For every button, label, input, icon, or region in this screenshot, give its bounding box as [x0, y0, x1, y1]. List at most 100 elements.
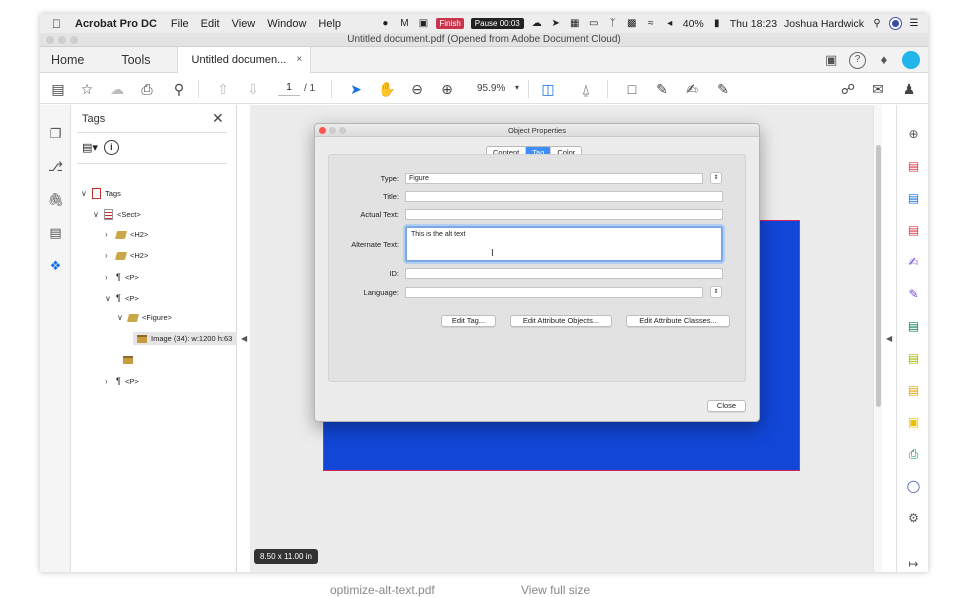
app-m-icon[interactable]: M — [398, 18, 410, 29]
highlight-pen-icon[interactable]: ✎ — [653, 80, 671, 98]
tree-item-tags-root[interactable]: ∨ Tags — [81, 188, 121, 199]
zoom-dropdown-icon[interactable]: ▾ — [515, 83, 519, 92]
tree-item-sect[interactable]: ∨ <Sect> — [93, 209, 141, 220]
close-icon[interactable]: ✕ — [212, 110, 224, 127]
keyboard-icon[interactable]: ▩ — [626, 18, 638, 29]
more-tools-wrench-icon[interactable]: ⚙ — [906, 511, 921, 526]
zoom-tool-icon[interactable]: ⊕ — [906, 127, 921, 142]
cloud-icon[interactable]: ☁ — [531, 18, 543, 29]
close-button[interactable]: Close — [707, 400, 746, 412]
cloud-upload-icon[interactable]: ☁ — [108, 80, 126, 98]
chevron-down-icon[interactable]: ∨ — [117, 313, 124, 322]
hand-tool-icon[interactable]: ✋ — [378, 80, 396, 98]
attachment-paperclip-icon[interactable]: 🖇 — [47, 191, 64, 208]
chevron-right-icon[interactable]: › — [105, 273, 112, 282]
clock[interactable]: Thu 18:23 — [730, 18, 777, 30]
tree-item-p[interactable]: ∨ ¶ <P> — [105, 293, 139, 303]
dialog-close-light[interactable] — [319, 127, 326, 134]
next-page-icon[interactable]: ⇩ — [244, 80, 262, 98]
battery-icon[interactable]: ▮ — [711, 18, 723, 29]
chevron-down-icon[interactable]: ∨ — [93, 210, 100, 219]
scrollbar-thumb[interactable] — [876, 145, 881, 407]
page-thumbnails-icon[interactable]: ❐ — [47, 125, 64, 142]
scroll-mode-icon[interactable]: ⍙ — [577, 80, 595, 98]
collapse-left-panel-icon[interactable]: ◀ — [241, 334, 247, 343]
menu-help[interactable]: Help — [318, 18, 341, 30]
previous-page-icon[interactable]: ⇧ — [214, 80, 232, 98]
tab-home[interactable]: Home — [51, 53, 84, 67]
view-full-size-link[interactable]: View full size — [521, 583, 590, 597]
alternate-text-textarea[interactable]: This is the alt text — [405, 226, 723, 262]
actual-text-input[interactable] — [405, 209, 723, 220]
email-icon[interactable]: ✉ — [869, 80, 887, 98]
tree-item-p[interactable]: › ¶ <P> — [105, 376, 139, 386]
comment-bubble-icon[interactable]: ▣ — [825, 53, 837, 66]
stamp-icon[interactable]: ✎ — [714, 80, 732, 98]
info-icon[interactable]: i — [103, 140, 119, 155]
protect-shield-icon[interactable]: ◯ — [906, 479, 921, 494]
grid-icon[interactable]: ▦ — [569, 18, 581, 29]
print-production-icon[interactable]: ⎙ — [906, 447, 921, 462]
user-profile-avatar[interactable] — [902, 51, 920, 69]
bluetooth-icon[interactable]: ᛉ — [607, 18, 619, 29]
type-stepper-icon[interactable]: ⇕ — [710, 172, 722, 184]
chevron-down-icon[interactable]: ∨ — [105, 294, 112, 303]
tree-item-h2[interactable]: › <H2> — [105, 251, 148, 260]
combine-files-icon[interactable]: ▤ — [906, 319, 921, 334]
zoom-window-button[interactable] — [70, 36, 78, 44]
language-select[interactable] — [405, 287, 703, 298]
expand-panel-icon[interactable]: ↦ — [906, 557, 921, 572]
dialog-minimize-light[interactable] — [329, 127, 336, 134]
siri-icon[interactable] — [890, 18, 901, 29]
wifi-icon[interactable]: ≈ — [645, 18, 657, 29]
tree-item-p[interactable]: › ¶ <P> — [105, 272, 139, 282]
export-pdf-icon[interactable]: ▤ — [906, 191, 921, 206]
edit-tag-button[interactable]: Edit Tag... — [441, 315, 496, 327]
compare-files-icon[interactable]: ▤ — [906, 351, 921, 366]
edit-attribute-objects-button[interactable]: Edit Attribute Objects... — [510, 315, 612, 327]
tree-item-h2[interactable]: › <H2> — [105, 230, 148, 239]
edit-attribute-classes-button[interactable]: Edit Attribute Classes... — [626, 315, 730, 327]
comment-tool-icon[interactable]: ▣ — [906, 415, 921, 430]
fit-page-icon[interactable]: ◫ — [539, 80, 557, 98]
tree-item-image[interactable] — [123, 356, 137, 364]
chevron-right-icon[interactable]: › — [105, 230, 112, 239]
bookmark-icon[interactable]: ⎇ — [47, 158, 64, 175]
send-for-review-icon[interactable]: ▤ — [906, 383, 921, 398]
tab-tools[interactable]: Tools — [121, 53, 150, 67]
finish-recording-button[interactable]: Finish — [436, 18, 464, 29]
volume-icon[interactable]: ◂ — [664, 18, 676, 29]
select-pointer-icon[interactable]: ➤ — [347, 80, 365, 98]
document-page-icon[interactable]: ▤ — [47, 224, 64, 241]
vertical-scrollbar[interactable] — [873, 105, 882, 572]
close-tab-icon[interactable]: × — [296, 54, 302, 65]
tab-document[interactable]: Untitled documen... × — [176, 46, 312, 73]
star-icon[interactable]: ☆ — [78, 80, 96, 98]
airmail-icon[interactable]: ➤ — [550, 18, 562, 29]
search-icon[interactable]: ⚲ — [170, 80, 188, 98]
chevron-down-icon[interactable]: ∨ — [81, 189, 88, 198]
create-pdf-icon[interactable]: ▤ — [906, 159, 921, 174]
close-window-button[interactable] — [46, 36, 54, 44]
options-menu-icon[interactable]: ▤▾ — [82, 141, 98, 154]
app-menu[interactable]: Acrobat Pro DC — [75, 18, 157, 30]
zoom-level[interactable]: 95.9% — [477, 83, 505, 94]
tree-item-figure[interactable]: ∨ <Figure> — [117, 313, 172, 322]
menu-file[interactable]: File — [171, 18, 189, 30]
draw-icon[interactable]: ✍ — [683, 80, 701, 98]
tags-icon[interactable]: ❖ — [47, 257, 64, 274]
fill-sign-icon[interactable]: ✍ — [906, 255, 921, 270]
id-input[interactable] — [405, 268, 723, 279]
menu-view[interactable]: View — [232, 18, 256, 30]
user-name[interactable]: Joshua Hardwick — [784, 18, 864, 30]
video-icon[interactable]: ▣ — [417, 18, 429, 29]
page-number-input[interactable]: 1 — [278, 82, 300, 96]
dialog-zoom-light[interactable] — [339, 127, 346, 134]
menu-window[interactable]: Window — [267, 18, 306, 30]
evernote-icon[interactable]: ● — [379, 18, 391, 29]
pause-recording-button[interactable]: Pause 00:03 — [470, 18, 524, 29]
save-icon[interactable]: ▤ — [49, 80, 67, 98]
minimize-window-button[interactable] — [58, 36, 66, 44]
collapse-right-panel-icon[interactable]: ◀ — [886, 334, 892, 343]
menu-edit[interactable]: Edit — [201, 18, 220, 30]
